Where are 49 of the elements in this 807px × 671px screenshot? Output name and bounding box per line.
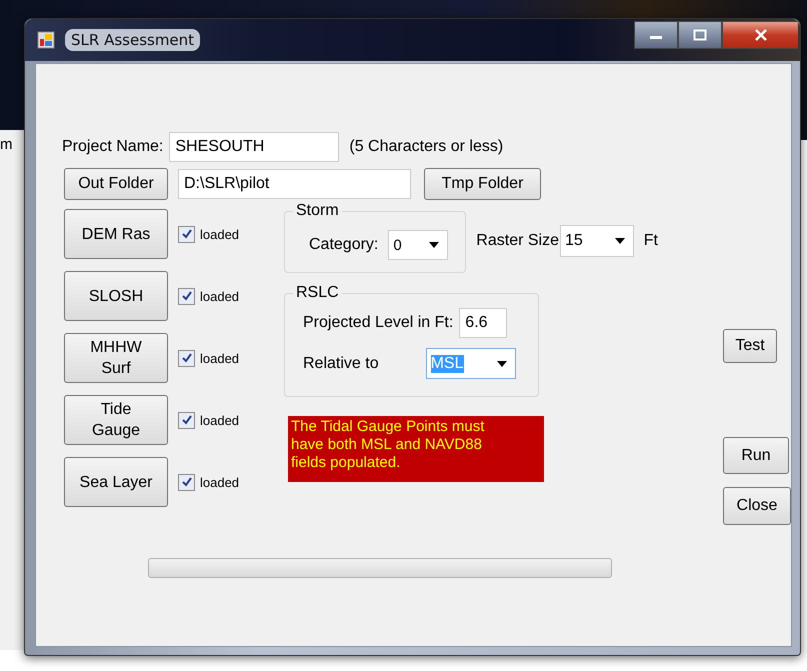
check-icon [180, 476, 192, 488]
loaded-label: loaded [200, 350, 240, 366]
raster-size-label: Raster Size [476, 232, 559, 250]
layer-button[interactable]: MHHW Surf [64, 333, 168, 383]
maximize-button[interactable] [678, 21, 722, 49]
project-name-field[interactable]: SHESOUTH [169, 132, 340, 162]
loaded-label: loaded [200, 288, 240, 304]
background-window-text: m [0, 136, 12, 153]
layer-button[interactable]: DEM Ras [64, 209, 168, 259]
window-title: SLR Assessment [65, 29, 200, 51]
project-name-label: Project Name: [62, 138, 164, 156]
maximize-icon [693, 29, 707, 41]
loaded-label: loaded [200, 226, 240, 242]
relative-to-label: Relative to [303, 354, 379, 372]
layer-button[interactable]: SLOSH [64, 271, 168, 321]
folder-path-field[interactable]: D:\SLR\pilot [178, 169, 411, 199]
category-dropdown[interactable]: 0 [388, 230, 448, 260]
layer-button[interactable]: Sea Layer [64, 457, 168, 507]
close-button[interactable] [722, 21, 798, 49]
close-dialog-button[interactable]: Close [723, 487, 791, 525]
check-icon [180, 352, 192, 364]
projected-level-label: Projected Level in Ft: [303, 314, 454, 332]
test-button[interactable]: Test [723, 329, 777, 363]
loaded-checkbox[interactable] [178, 226, 195, 242]
unit-label: Ft [644, 232, 658, 250]
project-name-hint: (5 Characters or less) [349, 138, 504, 156]
warning-message: The Tidal Gauge Points must have both MSL and NAVD88 fields populated. [288, 416, 544, 482]
minimize-button[interactable] [634, 21, 678, 49]
layer-button[interactable]: Tide Gauge [64, 395, 168, 445]
loaded-checkbox[interactable] [178, 350, 195, 366]
raster-size-dropdown[interactable]: 15 [560, 225, 634, 257]
caret-icon [429, 242, 440, 248]
loaded-label: loaded [200, 412, 240, 428]
loaded-checkbox[interactable] [178, 412, 195, 428]
loaded-checkbox[interactable] [178, 474, 195, 490]
category-label: Category: [309, 236, 378, 254]
run-button[interactable]: Run [723, 437, 789, 474]
loaded-checkbox[interactable] [178, 288, 195, 304]
check-icon [180, 228, 192, 240]
check-icon [180, 414, 192, 426]
caret-icon [496, 360, 507, 366]
check-icon [180, 290, 192, 302]
app-icon [37, 31, 55, 49]
caret-icon [614, 238, 625, 244]
tmp-folder-button[interactable]: Tmp Folder [424, 168, 541, 200]
close-icon [754, 29, 768, 41]
projected-level-field[interactable]: 6.6 [459, 308, 508, 338]
loaded-label: loaded [200, 474, 240, 490]
out-folder-button[interactable]: Out Folder [64, 168, 168, 200]
